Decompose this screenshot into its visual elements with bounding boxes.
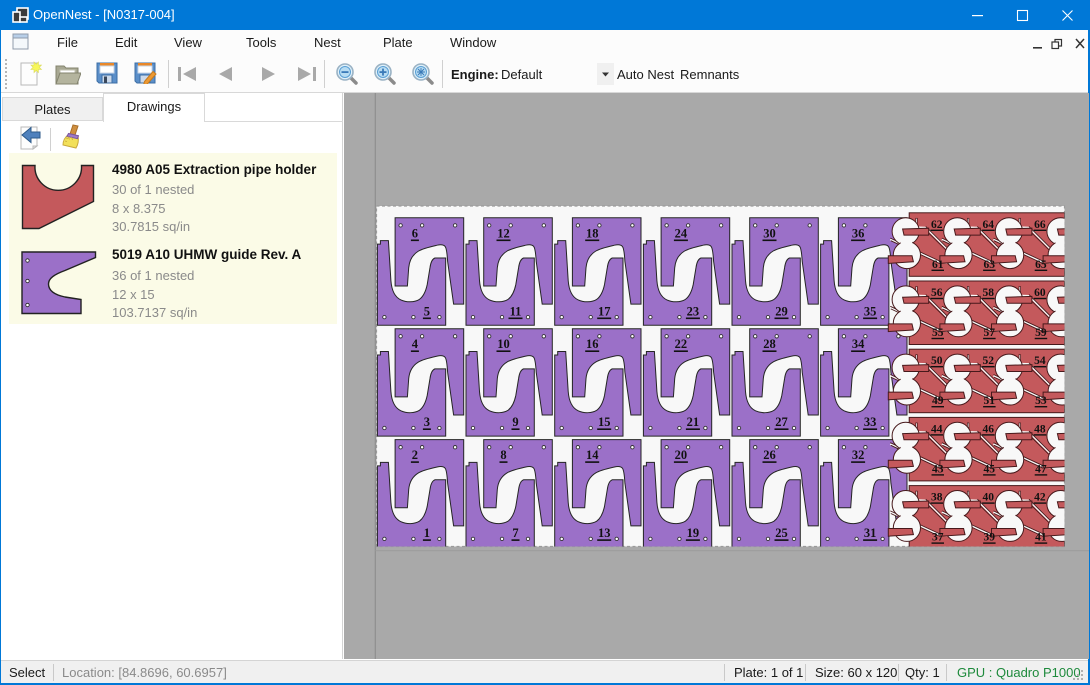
svg-text:20: 20 xyxy=(675,448,688,462)
svg-text:36: 36 xyxy=(852,226,865,240)
svg-text:18: 18 xyxy=(586,226,599,240)
svg-text:63: 63 xyxy=(984,259,996,271)
svg-text:48: 48 xyxy=(1034,423,1046,435)
svg-text:1: 1 xyxy=(424,526,430,540)
svg-text:39: 39 xyxy=(984,532,996,544)
svg-text:16: 16 xyxy=(586,337,599,351)
svg-text:29: 29 xyxy=(775,304,788,318)
svg-text:42: 42 xyxy=(1034,492,1046,504)
svg-text:58: 58 xyxy=(983,287,995,299)
svg-text:40: 40 xyxy=(983,492,995,504)
svg-text:22: 22 xyxy=(675,337,688,351)
svg-text:54: 54 xyxy=(1034,355,1046,367)
svg-text:5: 5 xyxy=(424,304,430,318)
svg-text:50: 50 xyxy=(931,355,943,367)
svg-text:9: 9 xyxy=(512,415,518,429)
svg-text:7: 7 xyxy=(512,526,518,540)
svg-text:44: 44 xyxy=(931,423,943,435)
svg-text:49: 49 xyxy=(932,395,944,407)
svg-text:34: 34 xyxy=(852,337,865,351)
svg-text:12: 12 xyxy=(497,226,510,240)
svg-text:26: 26 xyxy=(763,448,776,462)
svg-text:45: 45 xyxy=(984,463,996,475)
svg-text:21: 21 xyxy=(687,415,700,429)
svg-text:23: 23 xyxy=(687,304,700,318)
svg-text:52: 52 xyxy=(983,355,995,367)
svg-text:59: 59 xyxy=(1035,327,1047,339)
svg-text:33: 33 xyxy=(864,415,877,429)
svg-text:19: 19 xyxy=(687,526,700,540)
svg-text:65: 65 xyxy=(1035,259,1047,271)
svg-text:15: 15 xyxy=(598,415,611,429)
svg-text:55: 55 xyxy=(932,327,944,339)
svg-text:46: 46 xyxy=(983,423,995,435)
svg-text:37: 37 xyxy=(932,532,944,544)
svg-text:64: 64 xyxy=(983,219,995,231)
svg-text:25: 25 xyxy=(775,526,788,540)
svg-text:27: 27 xyxy=(775,415,788,429)
svg-text:38: 38 xyxy=(931,492,943,504)
svg-text:28: 28 xyxy=(763,337,776,351)
svg-text:3: 3 xyxy=(424,415,430,429)
svg-text:14: 14 xyxy=(586,448,599,462)
svg-text:10: 10 xyxy=(497,337,510,351)
svg-text:6: 6 xyxy=(412,226,418,240)
svg-text:11: 11 xyxy=(510,304,522,318)
svg-text:51: 51 xyxy=(984,395,996,407)
svg-text:57: 57 xyxy=(984,327,996,339)
svg-text:30: 30 xyxy=(763,226,776,240)
svg-text:31: 31 xyxy=(864,526,877,540)
svg-text:61: 61 xyxy=(932,259,944,271)
svg-text:4: 4 xyxy=(412,337,419,351)
svg-text:13: 13 xyxy=(598,526,611,540)
svg-text:47: 47 xyxy=(1035,463,1047,475)
svg-text:56: 56 xyxy=(931,287,943,299)
svg-text:8: 8 xyxy=(500,448,506,462)
svg-text:53: 53 xyxy=(1035,395,1047,407)
svg-text:32: 32 xyxy=(852,448,865,462)
svg-text:66: 66 xyxy=(1034,219,1046,231)
svg-text:41: 41 xyxy=(1035,532,1047,544)
svg-text:2: 2 xyxy=(412,448,418,462)
svg-text:43: 43 xyxy=(932,463,944,475)
svg-text:24: 24 xyxy=(675,226,688,240)
svg-text:62: 62 xyxy=(931,219,943,231)
svg-text:17: 17 xyxy=(598,304,611,318)
svg-text:35: 35 xyxy=(864,304,877,318)
svg-text:60: 60 xyxy=(1034,287,1046,299)
